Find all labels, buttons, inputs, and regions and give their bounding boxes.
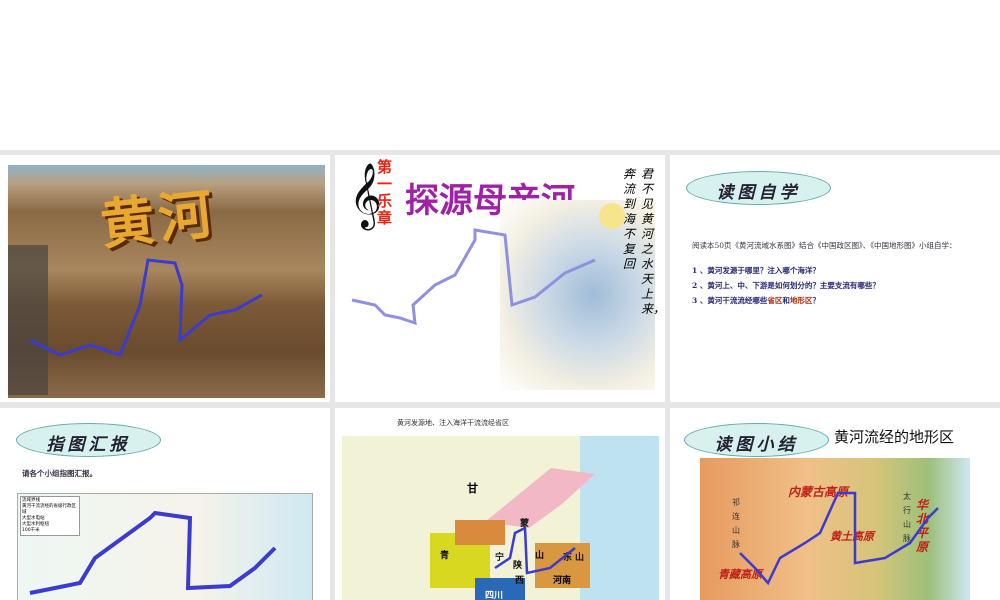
river-path <box>351 228 596 326</box>
slide-thumbnail-4[interactable]: 指图汇报 请各个小组指图汇报。 流域界线 黄河干流流经的省级行政区域 大型水电站… <box>0 408 330 600</box>
blank-area <box>0 0 1000 150</box>
question-1: 1 、黄河发源于哪里？注入哪个海洋？ <box>692 266 820 275</box>
slide-thumbnail-5[interactable]: 黄河发源地、注入海洋干流流经省区 甘 青 宁 蒙 陕 山 西 东 山 河南 四川 <box>335 408 665 600</box>
river-path <box>494 526 576 575</box>
river-path <box>739 491 939 586</box>
slide-thumbnail-2[interactable]: 𝄞 第一乐章 探源母亲河 君不见黄河之水天上来， 奔流到海不复回 <box>335 155 665 402</box>
slide-thumbnail-6[interactable]: 读图小结 黄河流经的地形区 内蒙古高原 黄土高原 华北平原 青藏高原 祁连山脉 … <box>670 408 1000 600</box>
slide-thumbnail-1[interactable]: 黄河 <box>0 155 330 402</box>
intro-text: 阅读本50页《黄河流域水系图》结合《中国政区图》、《中国地形图》小组自学： <box>692 241 957 250</box>
badge-label: 读图自学 <box>716 183 801 203</box>
slide-sorter-grid: 黄河 𝄞 第一乐章 探源母亲河 君不见黄河之水天上来， 奔流到海不复回 读图自学… <box>0 150 1000 600</box>
q3-text: ？ <box>812 296 820 305</box>
question-3: 3 、黄河干流流经哪些省区和地形区？ <box>692 295 820 306</box>
river-path <box>29 510 277 595</box>
q3-highlight-provinces: 省区 <box>767 296 783 305</box>
q3-highlight-landforms: 地形区 <box>789 296 813 305</box>
river-path <box>29 258 263 357</box>
badge-cloud: 读图自学 <box>686 171 831 205</box>
slide-thumbnail-3[interactable]: 读图自学 阅读本50页《黄河流域水系图》结合《中国政区图》、《中国地形图》小组自… <box>670 155 1000 402</box>
q3-text: 3 、黄河干流流经哪些 <box>692 296 768 305</box>
question-2: 2 、黄河上、中、下游是如何划分的？主要支流有哪些？ <box>692 281 880 290</box>
q3-text: 和 <box>782 296 790 305</box>
